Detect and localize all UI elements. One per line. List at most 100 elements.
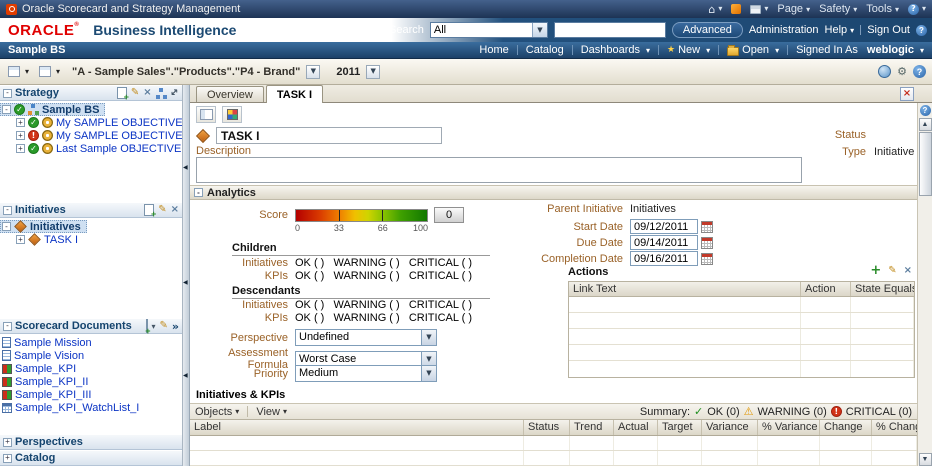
document-label[interactable]: Sample_KPI_III <box>15 389 91 401</box>
tab-overview[interactable]: Overview <box>196 86 264 102</box>
help-icon[interactable] <box>913 65 926 78</box>
perspective-select[interactable]: Undefined <box>295 329 437 346</box>
pov-dimension-dropdown[interactable] <box>306 64 321 79</box>
sidebar-splitter[interactable] <box>183 85 190 466</box>
calendar-icon[interactable] <box>701 236 713 249</box>
document-item[interactable]: Sample_KPI_II <box>0 375 182 388</box>
column-header[interactable]: Actual <box>614 420 658 435</box>
edit-icon[interactable] <box>158 205 166 215</box>
tree-node-objective[interactable]: Last Sample OBJECTIVE <box>14 142 182 155</box>
table-row[interactable] <box>569 329 914 345</box>
home-icon[interactable] <box>708 4 722 15</box>
scroll-up-icon[interactable] <box>918 118 932 131</box>
column-header[interactable]: % Change <box>872 420 917 435</box>
chevron-down-icon[interactable] <box>421 366 436 381</box>
document-label[interactable]: Sample_KPI_WatchList_I <box>15 402 139 414</box>
chevron-down-icon[interactable] <box>531 23 547 37</box>
collapse-icon[interactable] <box>3 88 12 98</box>
collapse-icon[interactable] <box>3 205 12 215</box>
document-item[interactable]: Sample_KPI <box>0 362 182 375</box>
completion-date-input[interactable]: 09/16/2011 <box>630 251 698 266</box>
hierarchy-icon[interactable] <box>155 87 167 99</box>
scroll-down-icon[interactable] <box>918 453 932 466</box>
tree-node-label[interactable]: My SAMPLE OBJECTIVE <box>56 117 182 129</box>
table-row[interactable] <box>569 297 914 313</box>
add-action-icon[interactable] <box>870 264 881 277</box>
new-node-icon[interactable] <box>116 87 129 102</box>
delete-icon[interactable] <box>171 205 179 215</box>
maximize-icon[interactable] <box>171 88 179 98</box>
tree-node-label[interactable]: My SAMPLE OBJECTIVE II <box>56 130 182 142</box>
table-row[interactable] <box>190 451 917 466</box>
table-row[interactable] <box>569 345 914 361</box>
globe-icon[interactable] <box>878 65 892 78</box>
document-item[interactable]: Sample_KPI_III <box>0 388 182 401</box>
column-header[interactable]: Variance <box>702 420 758 435</box>
tools-menu[interactable]: Tools <box>866 3 899 15</box>
column-header[interactable]: % Variance <box>758 420 820 435</box>
initiatives-panel-header[interactable]: Initiatives <box>0 202 182 219</box>
scrollbar-thumb[interactable] <box>918 132 932 196</box>
help-icon[interactable] <box>919 105 931 116</box>
column-header[interactable]: Target <box>658 420 702 435</box>
document-label[interactable]: Sample_KPI <box>15 363 76 375</box>
document-label[interactable]: Sample_KPI_II <box>15 376 88 388</box>
column-header[interactable]: Change <box>820 420 872 435</box>
edit-icon[interactable] <box>131 88 139 98</box>
feeds-icon[interactable] <box>731 4 742 14</box>
table-row[interactable] <box>569 313 914 329</box>
tree-node-label[interactable]: TASK I <box>44 234 78 246</box>
column-header[interactable]: Label <box>190 420 524 435</box>
safety-menu[interactable]: Safety <box>819 3 857 15</box>
panel-toggle-button[interactable] <box>196 106 216 123</box>
advanced-button[interactable]: Advanced <box>671 22 743 38</box>
scorecard-view-button[interactable] <box>222 106 242 123</box>
due-date-input[interactable]: 09/14/2011 <box>630 235 698 250</box>
expand-icon[interactable] <box>3 453 12 463</box>
administration-link[interactable]: Administration <box>749 24 819 36</box>
tree-node-objective[interactable]: My SAMPLE OBJECTIVE II <box>14 129 182 142</box>
column-header[interactable]: State Equals <box>851 282 914 296</box>
signed-in-menu[interactable]: Signed In As weblogic <box>796 44 924 56</box>
collapse-icon[interactable] <box>3 321 12 331</box>
table-row[interactable] <box>569 361 914 377</box>
expand-icon[interactable] <box>2 105 11 114</box>
description-textarea[interactable] <box>196 157 802 183</box>
document-label[interactable]: Sample Vision <box>14 350 84 362</box>
dashboards-menu[interactable]: Dashboards <box>581 44 650 56</box>
priority-select[interactable]: Medium <box>295 365 437 382</box>
new-menu[interactable]: New <box>667 44 710 56</box>
table-row[interactable] <box>190 436 917 451</box>
close-tab-icon[interactable] <box>900 86 914 101</box>
sign-out-link[interactable]: Sign Out <box>867 24 910 36</box>
edit-action-icon[interactable] <box>888 266 896 276</box>
delete-icon[interactable] <box>143 88 151 98</box>
edit-icon[interactable] <box>160 321 168 331</box>
tree-node-label[interactable]: Initiatives <box>30 221 81 233</box>
calendar-icon[interactable] <box>701 220 713 233</box>
search-scope-select[interactable]: All <box>429 22 548 38</box>
expand-icon[interactable] <box>16 144 25 153</box>
tree-node-initiatives-root[interactable]: Initiatives <box>0 220 87 233</box>
catalog-link[interactable]: Catalog <box>526 44 564 56</box>
catalog-panel-header[interactable]: Catalog <box>0 450 182 466</box>
expand-icon[interactable] <box>16 118 25 127</box>
search-input[interactable] <box>553 22 666 38</box>
browser-help-menu[interactable] <box>907 3 926 15</box>
column-header[interactable]: Status <box>524 420 570 435</box>
expand-icon[interactable] <box>16 131 25 140</box>
print-menu[interactable] <box>750 4 768 14</box>
collapse-arrow-icon[interactable] <box>183 368 188 380</box>
collapse-arrow-icon[interactable] <box>183 160 188 172</box>
page-menu[interactable]: Page <box>777 3 810 15</box>
tree-node-task[interactable]: TASK I <box>14 233 182 246</box>
strategy-panel-header[interactable]: Strategy <box>0 85 182 102</box>
document-item[interactable]: Sample_KPI_WatchList_I <box>0 401 182 414</box>
tree-node-objective[interactable]: My SAMPLE OBJECTIVE <box>14 116 182 129</box>
collapse-arrow-icon[interactable] <box>183 275 188 287</box>
document-item[interactable]: Sample Mission <box>0 336 182 349</box>
start-date-input[interactable]: 09/12/2011 <box>630 219 698 234</box>
vertical-scrollbar[interactable] <box>917 103 932 466</box>
pov-year-dropdown[interactable] <box>366 64 381 79</box>
collapse-icon[interactable] <box>194 188 203 197</box>
